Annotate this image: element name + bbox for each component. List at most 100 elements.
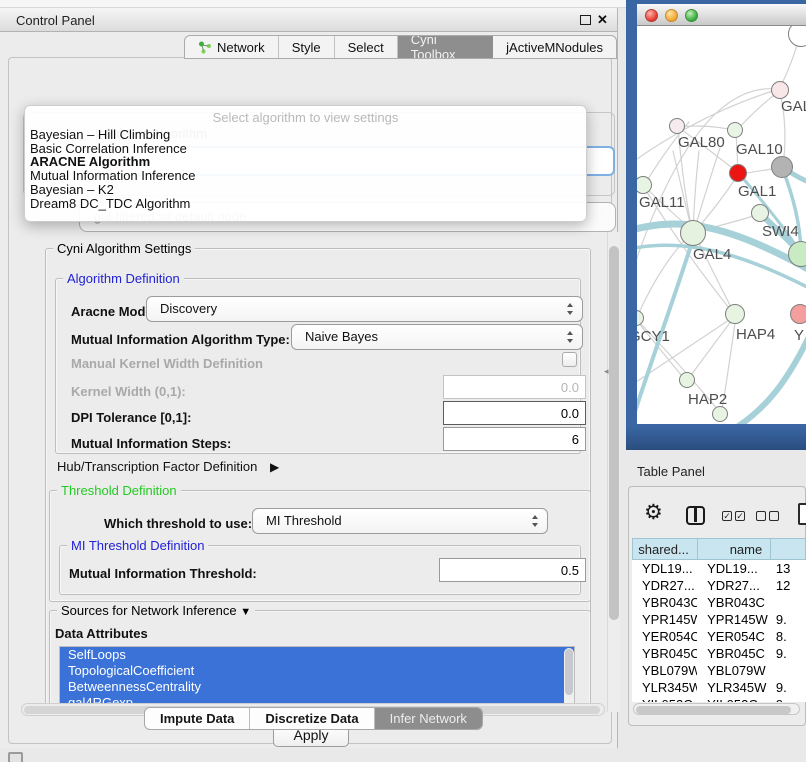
table-cell: YBR043C — [697, 594, 771, 611]
screenshot-root: Control Panel ✕ Network Style Select Cyni T… — [0, 0, 806, 762]
table-panel-title: Table Panel — [637, 464, 705, 479]
table-column-header[interactable]: name — [697, 538, 770, 560]
data-attributes-label: Data Attributes — [55, 626, 148, 641]
table-row[interactable]: YBR043CYBR043C — [632, 594, 806, 611]
network-node-label: GAL10 — [736, 141, 783, 158]
table-row[interactable]: YBL079WYBL079W — [632, 662, 806, 679]
minimized-panel-icon[interactable] — [8, 752, 23, 762]
table-cell: 9. — [771, 611, 806, 628]
algorithm-option[interactable]: Bayesian – K2 — [25, 183, 586, 197]
expand-arrow-icon: ▶ — [270, 460, 279, 474]
table-row[interactable]: YER054CYER054C8. — [632, 628, 806, 645]
bottom-tab-discretize-data[interactable]: Discretize Data — [250, 708, 374, 729]
page-icon[interactable] — [798, 503, 806, 525]
manual-kernel-label: Manual Kernel Width Definition — [71, 356, 263, 371]
tab-select[interactable]: Select — [335, 36, 398, 58]
dpi-tolerance-field[interactable]: 0.0 — [443, 401, 586, 425]
algorithm-option[interactable]: Dream8 DC_TDC Algorithm — [25, 197, 586, 211]
table-cell: YIL052C — [697, 696, 771, 702]
table-cell: YBR045C — [632, 645, 697, 662]
tab-jactivemnodules[interactable]: jActiveMNodules — [493, 36, 616, 58]
table-cell: YPR145W — [632, 611, 697, 628]
close-traffic-light-icon[interactable] — [645, 9, 658, 22]
close-icon[interactable]: ✕ — [597, 12, 608, 28]
table-body: YDL19...YDL19...13YDR27...YDR27...12YBR0… — [632, 560, 806, 702]
mi-threshold-field[interactable]: 0.5 — [439, 558, 586, 582]
network-canvas[interactable]: GALGAL80GAL10GAL1GAL11SWI4GAL4HAP4YGCY1H… — [637, 26, 806, 424]
kernel-width-field: 0.0 — [443, 375, 586, 399]
cyni-toolbox-panel: Inference Algorithm gal-filtered.sif def… — [8, 57, 612, 744]
bottom-tab-infer-network[interactable]: Infer Network — [375, 708, 482, 729]
table-row[interactable]: YDL19...YDL19...13 — [632, 560, 806, 577]
minimize-traffic-light-icon[interactable] — [665, 9, 678, 22]
tab-label: Select — [348, 40, 384, 55]
network-node[interactable] — [729, 164, 747, 182]
checked-pair-icon[interactable]: ✓✓ — [722, 511, 745, 521]
table-row[interactable]: YIL052CYIL052C9. — [632, 696, 806, 702]
which-threshold-select[interactable]: MI Threshold — [252, 508, 548, 534]
table-row[interactable]: YLR345WYLR345W9. — [632, 679, 806, 696]
network-node[interactable] — [725, 304, 745, 324]
panel-divider-collapse-icon[interactable]: ◂ — [604, 366, 609, 377]
algorithm-option[interactable]: Bayesian – Hill Climbing — [25, 128, 586, 142]
sources-title[interactable]: Sources for Network Inference ▼ — [57, 603, 255, 618]
table-row[interactable]: YBR045CYBR045C9. — [632, 645, 806, 662]
network-node[interactable] — [771, 81, 789, 99]
mi-threshold-label: Mutual Information Threshold: — [69, 566, 257, 581]
network-node[interactable] — [680, 220, 706, 246]
table-column-header[interactable] — [770, 538, 806, 560]
hub-definition-label: Hub/Transcription Factor Definition — [57, 459, 257, 474]
table-horizontal-scrollbar[interactable] — [633, 703, 800, 715]
table-cell: 9. — [771, 679, 806, 696]
network-node[interactable] — [669, 118, 685, 134]
network-node-label: GAL — [781, 98, 806, 115]
table-cell: 12 — [771, 577, 806, 594]
table-cell: YBR045C — [697, 645, 771, 662]
aracne-mode-select[interactable]: Discovery — [146, 296, 583, 322]
attribute-item[interactable]: SelfLoops — [60, 647, 574, 663]
columns-icon[interactable] — [686, 506, 705, 525]
tab-cyni-toolbox[interactable]: Cyni Toolbox — [398, 36, 493, 58]
network-node-label: GAL1 — [738, 183, 776, 200]
kernel-width-label: Kernel Width (0,1): — [71, 384, 186, 399]
float-window-icon[interactable] — [580, 15, 591, 25]
mi-steps-field[interactable]: 6 — [443, 427, 586, 451]
algorithm-option[interactable]: Mutual Information Inference — [25, 169, 586, 183]
tab-style[interactable]: Style — [279, 36, 335, 58]
algorithm-option[interactable]: Basic Correlation Inference — [25, 142, 586, 156]
network-node[interactable] — [712, 406, 728, 422]
unchecked-pair-icon[interactable] — [756, 511, 779, 521]
table-row[interactable]: YDR27...YDR27...12 — [632, 577, 806, 594]
hub-definition-toggle[interactable]: Hub/Transcription Factor Definition ▶ — [57, 459, 279, 474]
algorithm-dropdown: Select algorithm to view settings Bayesi… — [24, 105, 587, 222]
network-node[interactable] — [751, 204, 769, 222]
zoom-traffic-light-icon[interactable] — [685, 9, 698, 22]
attribute-item[interactable]: BetweennessCentrality — [60, 679, 574, 695]
network-node[interactable] — [679, 372, 695, 388]
network-node[interactable] — [771, 156, 793, 178]
threshold-definition-title: Threshold Definition — [57, 483, 181, 498]
table-cell: 8. — [771, 628, 806, 645]
algorithm-option[interactable]: ARACNE Algorithm — [25, 155, 586, 169]
table-column-header[interactable]: shared... — [632, 538, 697, 560]
network-node[interactable] — [790, 304, 806, 324]
settings-vertical-scrollbar[interactable] — [607, 232, 620, 712]
which-threshold-label: Which threshold to use: — [104, 516, 252, 531]
aracne-mode-label: Aracne Mode: — [71, 304, 157, 319]
network-node-label: GAL4 — [693, 246, 731, 263]
control-panel-titlebar[interactable]: Control Panel ✕ — [0, 8, 617, 32]
attributes-scrollbar[interactable] — [564, 648, 574, 710]
table-row[interactable]: YPR145WYPR145W9. — [632, 611, 806, 628]
mi-type-select[interactable]: Naive Bayes — [291, 324, 583, 350]
manual-kernel-checkbox[interactable] — [562, 352, 577, 367]
network-node[interactable] — [727, 122, 743, 138]
collapse-arrow-icon: ▼ — [240, 606, 251, 618]
algorithm-definition-title: Algorithm Definition — [63, 271, 184, 286]
bottom-tab-impute-data[interactable]: Impute Data — [145, 708, 250, 729]
tab-label: Network — [217, 40, 265, 55]
network-window-titlebar[interactable] — [637, 4, 806, 26]
mi-type-label: Mutual Information Algorithm Type: — [71, 332, 290, 347]
attribute-item[interactable]: TopologicalCoefficient — [60, 663, 574, 679]
gear-icon[interactable]: ⚙ — [644, 500, 663, 525]
tab-network[interactable]: Network — [185, 36, 279, 58]
